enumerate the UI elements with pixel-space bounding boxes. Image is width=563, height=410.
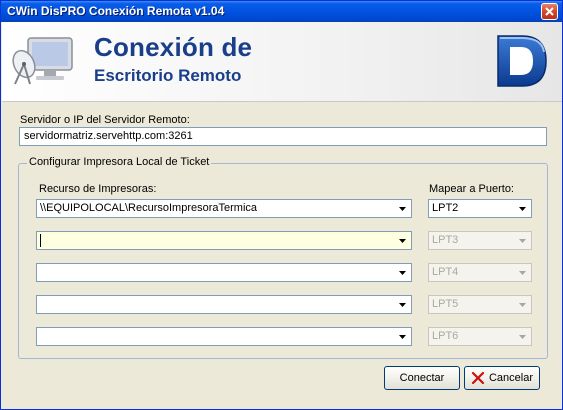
- app-window: CWin DisPRO Conexión Remota v1.04 Conexi…: [0, 0, 563, 410]
- port-value: LPT2: [432, 202, 459, 214]
- chevron-down-icon[interactable]: [394, 265, 410, 280]
- close-button[interactable]: [541, 3, 558, 20]
- monitor-satellite-icon: [12, 37, 73, 85]
- chevron-down-icon[interactable]: [394, 233, 410, 248]
- port-value: LPT5: [432, 298, 459, 310]
- chevron-down-icon[interactable]: [514, 265, 530, 280]
- port-select-5[interactable]: LPT6: [428, 327, 532, 346]
- port-value: LPT4: [432, 266, 459, 278]
- header-banner: Conexión de Escritorio Remoto: [2, 22, 562, 102]
- port-select-4[interactable]: LPT5: [428, 295, 532, 314]
- server-label: Servidor o IP del Servidor Remoto:: [20, 114, 190, 126]
- chevron-down-icon[interactable]: [394, 201, 410, 216]
- cancel-button-label: Cancelar: [488, 372, 534, 384]
- printer-resource-value: \\EQUIPOLOCAL\RecursoImpresoraTermica: [40, 202, 258, 214]
- chevron-down-icon[interactable]: [514, 329, 530, 344]
- printer-group-legend: Configurar Impresora Local de Ticket: [27, 156, 212, 168]
- port-select-1[interactable]: LPT2: [428, 199, 532, 218]
- header-subtitle: Escritorio Remoto: [94, 66, 242, 85]
- cancel-button[interactable]: Cancelar: [464, 366, 540, 390]
- close-icon: [545, 7, 554, 16]
- chevron-down-icon[interactable]: [514, 297, 530, 312]
- brand-logo: [497, 35, 547, 87]
- close-icon: [471, 371, 485, 385]
- port-value: LPT6: [432, 330, 459, 342]
- chevron-down-icon[interactable]: [514, 201, 530, 216]
- chevron-down-icon[interactable]: [394, 297, 410, 312]
- printer-resource-select-2[interactable]: [36, 231, 412, 250]
- printer-resource-select-1[interactable]: \\EQUIPOLOCAL\RecursoImpresoraTermica: [36, 199, 412, 218]
- chevron-down-icon[interactable]: [394, 329, 410, 344]
- printer-resource-select-5[interactable]: [36, 327, 412, 346]
- port-value: LPT3: [432, 234, 459, 246]
- port-select-2[interactable]: LPT3: [428, 231, 532, 250]
- printer-resource-select-3[interactable]: [36, 263, 412, 282]
- port-select-3[interactable]: LPT4: [428, 263, 532, 282]
- title-bar[interactable]: CWin DisPRO Conexión Remota v1.04: [1, 1, 562, 22]
- text-caret: [40, 234, 41, 247]
- window-title: CWin DisPRO Conexión Remota v1.04: [7, 4, 225, 18]
- connect-button[interactable]: Conectar: [384, 366, 460, 390]
- chevron-down-icon[interactable]: [514, 233, 530, 248]
- header-title: Conexión de: [94, 32, 253, 62]
- resource-column-header: Recurso de Impresoras:: [39, 183, 157, 195]
- printer-resource-select-4[interactable]: [36, 295, 412, 314]
- server-address-input[interactable]: servidormatriz.servehttp.com:3261: [19, 127, 547, 146]
- port-column-header: Mapear a Puerto:: [429, 183, 514, 195]
